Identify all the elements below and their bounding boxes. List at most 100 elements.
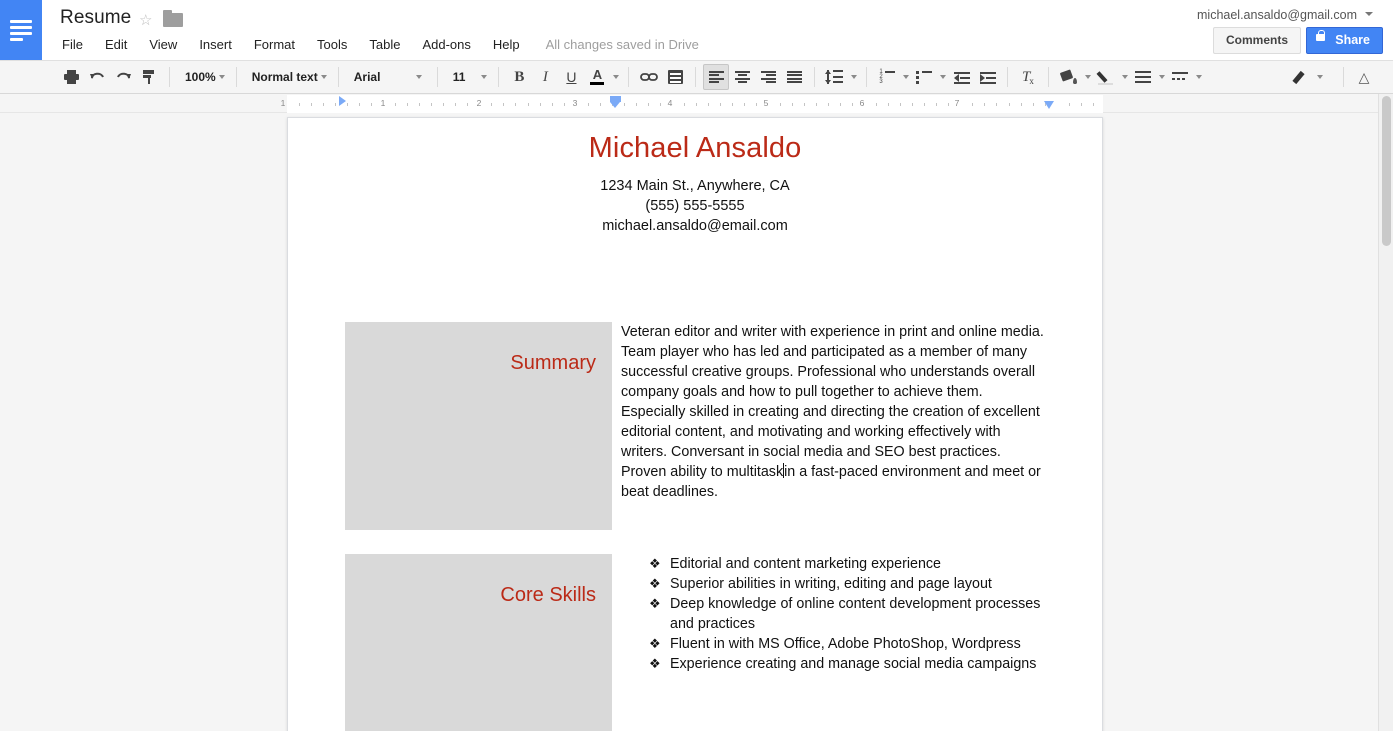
- ruler-minor-tick: [659, 103, 661, 106]
- ruler-minor-tick: [503, 103, 505, 106]
- bold-button[interactable]: B: [506, 64, 532, 90]
- chevron-down-icon[interactable]: [1196, 75, 1203, 79]
- left-indent-marker[interactable]: [610, 96, 621, 108]
- align-justify-icon[interactable]: [781, 64, 807, 90]
- numbered-list-icon[interactable]: 123: [874, 64, 900, 90]
- ruler[interactable]: 1 1 2 3 4 5 6 7: [0, 95, 1393, 113]
- menu-bar: File Edit View Insert Format Tools Table…: [60, 36, 699, 53]
- increase-indent-icon[interactable]: [974, 64, 1000, 90]
- ruler-minor-tick: [335, 103, 337, 106]
- chevron-down-icon[interactable]: [481, 75, 488, 79]
- toolbar-divider: [695, 67, 697, 87]
- menu-item-table[interactable]: Table: [367, 36, 402, 53]
- text-color-button[interactable]: A: [584, 64, 610, 90]
- document-page[interactable]: Michael Ansaldo 1234 Main St., Anywhere,…: [287, 117, 1103, 731]
- docs-logo-icon[interactable]: [0, 0, 42, 60]
- list-item: ❖ Fluent in with MS Office, Adobe PhotoS…: [649, 634, 1045, 654]
- menu-item-edit[interactable]: Edit: [103, 36, 129, 53]
- menu-item-view[interactable]: View: [147, 36, 179, 53]
- chevron-down-icon[interactable]: [1159, 75, 1166, 79]
- text-color-swatch: [590, 82, 605, 85]
- share-button[interactable]: Share: [1306, 27, 1383, 54]
- ruler-minor-tick: [912, 103, 914, 106]
- decrease-indent-icon[interactable]: [948, 64, 974, 90]
- ruler-minor-tick: [816, 103, 818, 106]
- chevron-up-collapse-icon[interactable]: △: [1351, 64, 1377, 90]
- font-family-selector[interactable]: Arial: [346, 64, 430, 90]
- line-spacing-icon[interactable]: [822, 64, 848, 90]
- document-title[interactable]: Resume: [60, 7, 131, 29]
- link-icon[interactable]: [636, 64, 662, 90]
- align-right-icon[interactable]: [755, 64, 781, 90]
- section-core-skills-heading: Core Skills: [500, 584, 596, 606]
- chevron-down-icon[interactable]: [903, 75, 910, 79]
- ruler-minor-tick: [1080, 103, 1082, 106]
- ruler-minor-tick: [731, 103, 733, 106]
- toolbar-divider: [1048, 67, 1050, 87]
- comments-button[interactable]: Comments: [1212, 27, 1301, 54]
- italic-button[interactable]: I: [532, 64, 558, 90]
- menu-item-insert[interactable]: Insert: [197, 36, 234, 53]
- paint-format-icon[interactable]: [136, 64, 162, 90]
- section-summary-body[interactable]: Veteran editor and writer with experienc…: [612, 322, 1045, 530]
- menu-item-file[interactable]: File: [60, 36, 85, 53]
- chevron-down-icon[interactable]: [940, 75, 947, 79]
- ruler-minor-tick: [551, 103, 553, 106]
- font-size-selector[interactable]: 11: [445, 64, 492, 90]
- menu-item-help[interactable]: Help: [491, 36, 522, 53]
- bulleted-list-icon[interactable]: [911, 64, 937, 90]
- chevron-down-icon[interactable]: [416, 75, 423, 79]
- folder-icon[interactable]: [163, 10, 183, 27]
- ruler-number: 1: [380, 98, 386, 108]
- menu-item-tools[interactable]: Tools: [315, 36, 349, 53]
- chevron-down-icon[interactable]: [851, 75, 858, 79]
- undo-icon[interactable]: [84, 64, 110, 90]
- pencil-editing-mode-icon[interactable]: [1288, 64, 1314, 90]
- right-indent-marker[interactable]: [1044, 101, 1054, 109]
- chevron-down-icon[interactable]: [1085, 75, 1092, 79]
- toolbar-divider: [498, 67, 500, 87]
- core-skills-list: ❖ Editorial and content marketing experi…: [621, 554, 1045, 674]
- section-core-skills-body[interactable]: ❖ Editorial and content marketing experi…: [612, 554, 1045, 731]
- chevron-down-icon[interactable]: [1122, 75, 1129, 79]
- section-summary[interactable]: Summary Veteran editor and writer with e…: [345, 322, 1045, 530]
- ruler-minor-tick: [743, 103, 745, 106]
- menu-item-addons[interactable]: Add-ons: [420, 36, 472, 53]
- vertical-scrollbar[interactable]: [1378, 94, 1393, 731]
- chevron-down-icon[interactable]: [320, 75, 327, 79]
- menu-item-format[interactable]: Format: [252, 36, 297, 53]
- toolbar-divider: [1007, 67, 1009, 87]
- vertical-scroll-thumb[interactable]: [1382, 96, 1391, 246]
- chevron-down-icon[interactable]: [1317, 75, 1323, 79]
- document-canvas[interactable]: Michael Ansaldo 1234 Main St., Anywhere,…: [0, 114, 1378, 731]
- redo-icon[interactable]: [110, 64, 136, 90]
- align-left-icon[interactable]: [703, 64, 730, 90]
- border-color-icon[interactable]: [1093, 64, 1119, 90]
- align-center-icon[interactable]: [729, 64, 755, 90]
- clear-formatting-icon[interactable]: T: [1015, 64, 1041, 90]
- ruler-minor-tick: [395, 103, 397, 106]
- toolbar-divider: [814, 67, 816, 87]
- underline-button[interactable]: U: [558, 64, 584, 90]
- zoom-selector[interactable]: 100%: [177, 64, 229, 90]
- contact-address: 1234 Main St., Anywhere, CA: [600, 178, 790, 194]
- border-dash-icon[interactable]: [1167, 64, 1193, 90]
- ruler-minor-tick: [491, 103, 493, 106]
- chevron-down-icon[interactable]: [613, 75, 620, 79]
- save-status: All changes saved in Drive: [545, 37, 699, 52]
- ruler-minor-tick: [792, 103, 794, 106]
- print-icon[interactable]: [58, 64, 84, 90]
- ruler-minor-tick: [623, 103, 625, 106]
- ruler-number: 5: [763, 98, 769, 108]
- fill-color-icon[interactable]: [1056, 64, 1082, 90]
- star-icon[interactable]: ☆: [139, 13, 152, 28]
- insert-image-icon[interactable]: [662, 64, 688, 90]
- section-core-skills[interactable]: Core Skills ❖ Editorial and content mark…: [345, 554, 1045, 731]
- chevron-down-icon[interactable]: [218, 75, 225, 79]
- account-email[interactable]: michael.ansaldo@gmail.com: [1197, 8, 1357, 22]
- chevron-down-icon[interactable]: [1365, 12, 1373, 16]
- ruler-minor-tick: [852, 103, 854, 106]
- paragraph-style-selector[interactable]: Normal text: [244, 64, 331, 90]
- first-line-indent-marker[interactable]: [339, 96, 346, 106]
- border-width-icon[interactable]: [1130, 64, 1156, 90]
